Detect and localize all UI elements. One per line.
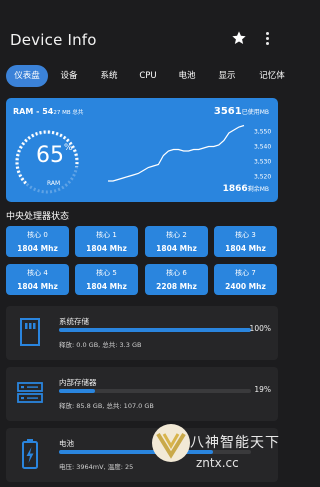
tab-device[interactable]: 设备 (50, 65, 88, 87)
core-name: 核心 0 (27, 231, 48, 239)
tab-bar: 仪表盘 设备 系统 CPU 电池 显示 记忆体 (0, 62, 285, 90)
system-storage-card[interactable]: 系统存储 100% 释放: 0.0 GB, 总共: 3.3 GB (6, 306, 278, 360)
core-frequency: 1804 Mhz (17, 282, 58, 291)
storage-progress-bar (59, 328, 251, 332)
ram-usage-line (108, 124, 245, 182)
core-name: 核心 3 (235, 231, 256, 239)
server-storage-icon (17, 382, 43, 403)
cpu-core-card[interactable]: 核心 3 1804 Mhz (214, 226, 277, 257)
core-frequency: 2400 Mhz (225, 282, 266, 291)
y-tick-label: 3,540 (254, 144, 271, 151)
ram-percent: 65% (36, 143, 73, 168)
ram-used: 3561已使用MB (213, 106, 269, 117)
star-icon[interactable] (231, 30, 247, 46)
cpu-core-card[interactable]: 核心 2 1804 Mhz (145, 226, 208, 257)
watermark-url: zntx.cc (196, 456, 239, 470)
tab-battery[interactable]: 电池 (168, 65, 206, 87)
tab-dashboard[interactable]: 仪表盘 (6, 65, 48, 87)
core-name: 核心 2 (166, 231, 187, 239)
tab-display[interactable]: 显示 (208, 65, 246, 87)
cpu-core-card[interactable]: 核心 0 1804 Mhz (6, 226, 69, 257)
core-name: 核心 7 (235, 269, 256, 277)
core-name: 核心 4 (27, 269, 48, 277)
storage-name: 系统存储 (59, 317, 89, 326)
storage-detail: 释放: 85.8 GB, 总共: 107.0 GB (59, 402, 154, 410)
sd-card-icon (20, 318, 40, 346)
watermark: 八神智能天下 zntx.cc (150, 418, 284, 487)
storage-percent: 100% (249, 324, 271, 333)
cpu-core-card[interactable]: 核心 4 1804 Mhz (6, 264, 69, 295)
cpu-core-card[interactable]: 核心 1 1804 Mhz (75, 226, 138, 257)
core-frequency: 1804 Mhz (86, 244, 127, 253)
watermark-logo-icon (152, 424, 190, 462)
storage-name: 电池 (59, 439, 74, 448)
core-name: 核心 1 (96, 231, 117, 239)
more-vert-icon[interactable] (264, 32, 270, 46)
core-frequency: 1804 Mhz (17, 244, 58, 253)
core-frequency: 1804 Mhz (156, 244, 197, 253)
watermark-text: 八神智能天下 (190, 435, 280, 451)
core-name: 核心 6 (166, 269, 187, 277)
core-name: 核心 5 (96, 269, 117, 277)
ram-card[interactable]: RAM - 5427 MB 总共 3561已使用MB 65% RAM 3,550… (6, 98, 278, 202)
internal-storage-card[interactable]: 内部存储器 19% 释放: 85.8 GB, 总共: 107.0 GB (6, 367, 278, 421)
storage-name: 内部存储器 (59, 378, 97, 387)
core-frequency: 1804 Mhz (86, 282, 127, 291)
storage-progress-bar (59, 389, 251, 393)
y-tick-label: 3,520 (254, 174, 271, 181)
y-tick-label: 3,550 (254, 129, 271, 136)
tab-system[interactable]: 系统 (90, 65, 128, 87)
cpu-core-card[interactable]: 核心 6 2208 Mhz (145, 264, 208, 295)
app-bar: Device Info (0, 0, 284, 62)
tab-cpu[interactable]: CPU (130, 65, 166, 87)
core-frequency: 1804 Mhz (225, 244, 266, 253)
ram-free: 1866剩余MB (222, 184, 269, 194)
ram-gauge-label: RAM (47, 180, 61, 187)
storage-percent: 19% (254, 385, 271, 394)
tab-memory[interactable]: 记忆体 (250, 65, 294, 87)
battery-charging-icon (22, 439, 38, 469)
y-tick-label: 3,530 (254, 159, 271, 166)
storage-detail: 释放: 0.0 GB, 总共: 3.3 GB (59, 341, 142, 349)
app-title: Device Info (10, 31, 97, 49)
cpu-section-title: 中央处理器状态 (6, 212, 70, 222)
storage-detail: 电压: 3964mV, 温度: 25 (59, 463, 134, 471)
ram-usage-chart: 3,550 3,540 3,530 3,520 (108, 124, 271, 182)
cpu-core-card[interactable]: 核心 5 1804 Mhz (75, 264, 138, 295)
core-frequency: 2208 Mhz (156, 282, 197, 291)
cpu-core-card[interactable]: 核心 7 2400 Mhz (214, 264, 277, 295)
ram-total-label: RAM - 5427 MB 总共 (13, 107, 84, 116)
